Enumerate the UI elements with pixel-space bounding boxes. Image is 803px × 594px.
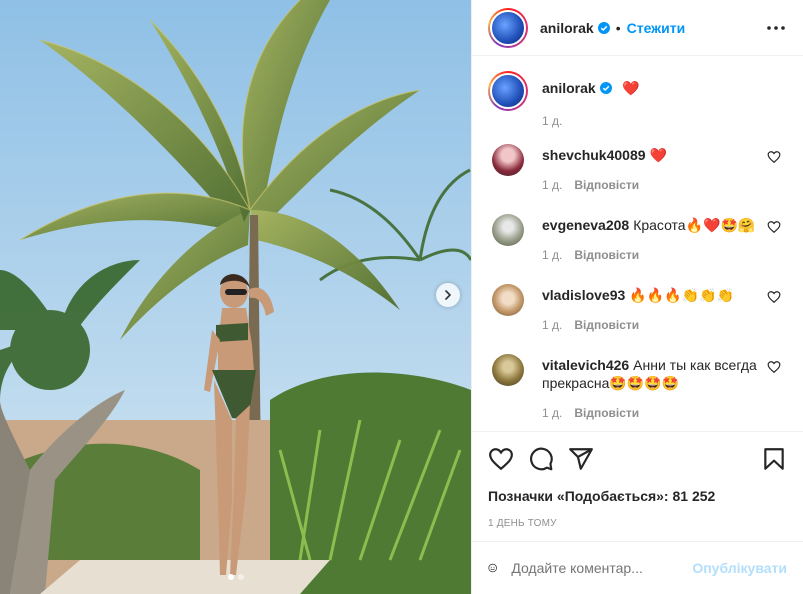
comment-meta: 1 д. Відповісти [542, 404, 768, 422]
comment-text: Красота🔥❤️🤩🤗 [633, 217, 756, 233]
carousel-dot [237, 574, 244, 580]
commenter-avatar[interactable] [492, 144, 524, 176]
reply-button[interactable]: Відповісти [574, 178, 639, 192]
comment-body: shevchuk40089 ❤️ 1 д. Відповісти [542, 144, 768, 194]
comment-username[interactable]: vitalevich426 [542, 357, 629, 373]
emoji-icon[interactable] [488, 555, 497, 581]
caption-body: anilorak ❤️ 1 д. [542, 71, 640, 128]
post-photo[interactable] [0, 0, 471, 594]
comment-body: evgeneva208 Красота🔥❤️🤩🤗 1 д. Відповісти [542, 214, 768, 264]
comment-body: vladislove93 🔥🔥🔥👏👏👏 1 д. Відповісти [542, 284, 768, 334]
author-avatar[interactable] [488, 7, 528, 48]
comment-item: shevchuk40089 ❤️ 1 д. Відповісти [488, 144, 787, 194]
comment-username[interactable]: evgeneva208 [542, 217, 629, 233]
comment-username[interactable]: vladislove93 [542, 287, 625, 303]
comment-input[interactable] [511, 560, 693, 576]
reply-button[interactable]: Відповісти [574, 406, 639, 420]
caption-username[interactable]: anilorak [542, 80, 596, 96]
reply-button[interactable]: Відповісти [574, 248, 639, 262]
comment-item: evgeneva208 Красота🔥❤️🤩🤗 1 д. Відповісти [488, 214, 787, 264]
comment-meta: 1 д. Відповісти [542, 246, 768, 264]
caption-age: 1 д. [542, 114, 563, 128]
comment-meta: 1 д. Відповісти [542, 316, 768, 334]
bookmark-icon[interactable] [761, 446, 787, 472]
verified-badge-icon [599, 82, 612, 94]
post-date[interactable]: 1 ДЕНЬ ТОМУ [488, 518, 787, 529]
more-options-icon[interactable] [765, 17, 787, 39]
comment-text: 🔥🔥🔥👏👏👏 [629, 287, 734, 303]
add-comment-bar: Опублікувати [472, 541, 803, 594]
heart-icon[interactable] [488, 446, 514, 472]
post-caption: anilorak ❤️ 1 д. [488, 71, 787, 128]
caption-text: ❤️ [622, 80, 640, 96]
likes-count[interactable]: Позначки «Подобається»: 81 252 [488, 488, 787, 504]
post-viewer: anilorak • Стежити anilorak ❤️ 1 д. shev… [0, 0, 803, 594]
caption-avatar[interactable] [488, 71, 528, 111]
comment-age: 1 д. [542, 406, 563, 420]
publish-comment-button[interactable]: Опублікувати [692, 560, 787, 576]
header-separator: • [615, 19, 621, 36]
post-side-panel: anilorak • Стежити anilorak ❤️ 1 д. shev… [471, 0, 803, 594]
comment-like-heart-icon[interactable] [767, 150, 781, 164]
comment-like-heart-icon[interactable] [767, 220, 781, 234]
carousel-next-button[interactable] [436, 283, 460, 307]
reply-button[interactable]: Відповісти [574, 318, 639, 332]
comments-list[interactable]: anilorak ❤️ 1 д. shevchuk40089 ❤️ 1 д. Від… [472, 57, 803, 431]
follow-button[interactable]: Стежити [627, 20, 686, 36]
author-username[interactable]: anilorak [540, 20, 594, 36]
commenter-avatar[interactable] [492, 214, 524, 246]
comment-meta: 1 д. Відповісти [542, 176, 768, 194]
comment-body: vitalevich426 Анни ты как всегда прекрасн… [542, 354, 768, 422]
chevron-right-icon [445, 290, 451, 300]
comment-age: 1 д. [542, 248, 563, 262]
carousel-dot-active [227, 574, 234, 580]
carousel-indicator [0, 574, 471, 580]
comment-item: vladislove93 🔥🔥🔥👏👏👏 1 д. Відповісти [488, 284, 787, 334]
comment-text: ❤️ [649, 147, 667, 163]
comment-like-heart-icon[interactable] [767, 290, 781, 304]
comment-item: vitalevich426 Анни ты как всегда прекрасн… [488, 354, 787, 422]
comment-age: 1 д. [542, 318, 563, 332]
comment-age: 1 д. [542, 178, 563, 192]
action-bar [488, 446, 787, 472]
post-header: anilorak • Стежити [472, 0, 803, 56]
commenter-avatar[interactable] [492, 354, 524, 386]
comment-username[interactable]: shevchuk40089 [542, 147, 646, 163]
photo-scene [0, 0, 471, 594]
post-actions: Позначки «Подобається»: 81 252 1 ДЕНЬ ТО… [472, 431, 803, 529]
commenter-avatar[interactable] [492, 284, 524, 316]
share-icon[interactable] [568, 446, 594, 472]
verified-badge-icon [597, 21, 610, 34]
comment-like-heart-icon[interactable] [767, 360, 781, 374]
comment-icon[interactable] [528, 446, 554, 472]
